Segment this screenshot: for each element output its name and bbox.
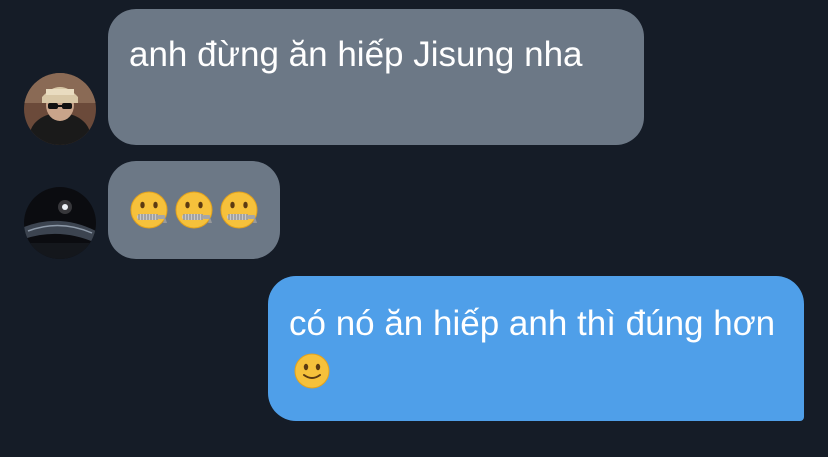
slightly-smiling-face-icon — [293, 352, 331, 390]
zipper-mouth-face-icon — [174, 190, 214, 230]
incoming-message-bubble[interactable]: anh đừng ăn hiếp Jisung nha — [108, 9, 644, 145]
message-text: có nó ăn hiếp anh thì đúng hơn — [289, 304, 776, 343]
outgoing-message-bubble[interactable]: có nó ăn hiếp anh thì đúng hơn — [268, 276, 804, 421]
avatar[interactable] — [24, 187, 96, 259]
avatar[interactable] — [24, 73, 96, 145]
zipper-mouth-face-icon — [219, 190, 259, 230]
emoji-row — [129, 190, 259, 230]
zipper-mouth-face-icon — [129, 190, 169, 230]
message-text: anh đừng ăn hiếp Jisung nha — [129, 35, 583, 74]
incoming-emoji-bubble[interactable] — [108, 161, 280, 259]
